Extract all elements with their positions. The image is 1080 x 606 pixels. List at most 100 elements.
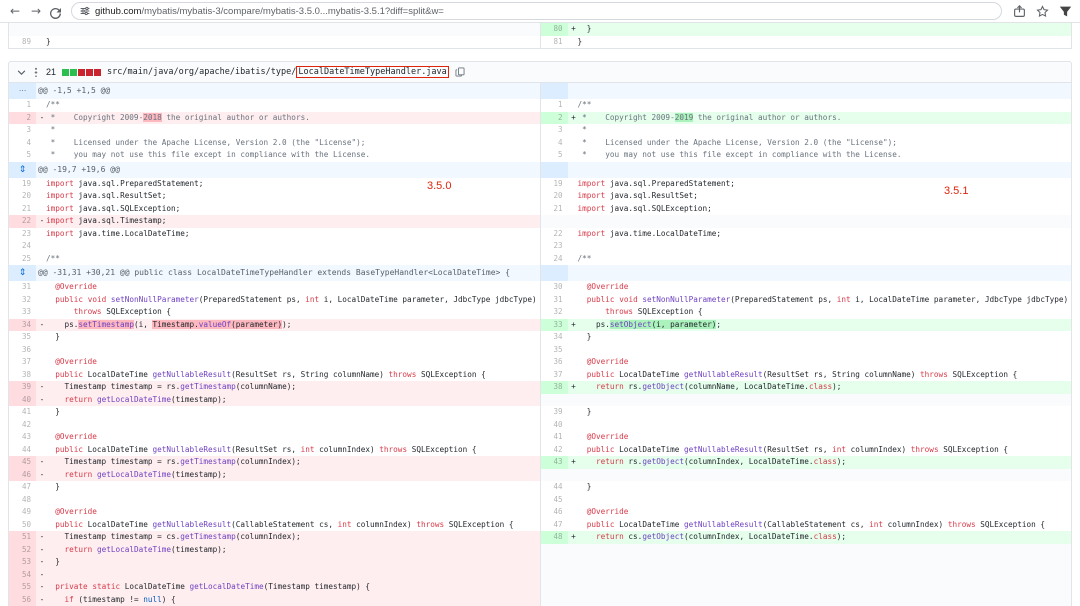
code-line: public LocalDateTime getNullableResult(C… (36, 519, 540, 532)
diff-row: 43 @Override41 @Override (9, 431, 1071, 444)
file-header[interactable]: 21 src/main/java/org/apache/ibatis/type/… (8, 61, 1072, 83)
line-number: 51 (9, 531, 36, 544)
line-number: 43 (9, 431, 36, 444)
line-number: 40 (9, 394, 36, 407)
code-segment: int (837, 295, 851, 304)
code-segment: int (305, 295, 319, 304)
bookmark-star-icon[interactable] (1036, 5, 1049, 18)
code-segment (578, 307, 606, 316)
code-segment: the original author or authors. (693, 113, 841, 122)
code-segment: return (65, 545, 93, 554)
diff-marker: - (38, 531, 46, 544)
code-line: public LocalDateTime getNullableResult(R… (36, 369, 540, 382)
code-segment: getLocalDateTime (97, 545, 171, 554)
code-segment: valueOf (199, 320, 231, 329)
code-segment: java.time.LocalDateTime; (605, 229, 721, 238)
code-segment: (timestamp != (74, 595, 143, 604)
code-segment: java.sql.ResultSet; (74, 191, 167, 200)
code-segment: (CallableStatement cs, (231, 520, 337, 529)
expand-hunk-button[interactable]: ⇕ (9, 265, 36, 281)
file-path[interactable]: src/main/java/org/apache/ibatis/type/Loc… (107, 67, 449, 77)
code-segment: throws (605, 307, 633, 316)
diff-marker: + (570, 381, 578, 394)
forward-button[interactable]: → (29, 0, 43, 22)
line-number: 34 (9, 319, 36, 332)
code-line: public void setNonNullParameter(Prepared… (36, 294, 540, 307)
code-segment (46, 370, 55, 379)
code-segment: throws (948, 520, 976, 529)
code-line: } (36, 481, 540, 494)
expand-hunk-button[interactable]: ⇕ (9, 162, 36, 178)
line-number: 43 (541, 456, 568, 469)
code-line: } (568, 331, 1072, 344)
filter-funnel-icon[interactable] (1059, 5, 1072, 18)
line-number: 23 (9, 228, 36, 241)
code-line: + return cs.getObject(columnIndex, Local… (568, 531, 1072, 544)
code-line: + } (568, 23, 1072, 36)
code-segment: 2019 (675, 113, 694, 122)
code-segment: SQLException { (948, 370, 1017, 379)
code-segment: public (587, 295, 615, 304)
code-segment: @Override (46, 507, 97, 516)
copy-path-icon[interactable] (455, 67, 465, 77)
annotation-filename-box: LocalDateTimeTypeHandler.java (296, 66, 448, 78)
line-number: 35 (541, 344, 568, 357)
code-line: @Override (568, 356, 1072, 369)
code-segment: getNullableResult (152, 520, 231, 529)
code-segment: getObject (642, 382, 684, 391)
diff-marker (570, 356, 578, 369)
diff-marker (38, 431, 46, 444)
line-number: 21 (541, 203, 568, 216)
code-segment: Timestamp. (152, 320, 198, 329)
code-line: - return getLocalDateTime(timestamp); (36, 394, 540, 407)
code-segment: return (596, 382, 624, 391)
collapse-file-chevron-icon[interactable] (17, 68, 26, 77)
code-segment: @Override (46, 432, 97, 441)
code-segment: getTimestamp (180, 532, 236, 541)
hunk-header-right (568, 83, 1072, 99)
line-number: 55 (9, 581, 36, 594)
address-bar[interactable]: github.com/mybatis/mybatis-3/compare/myb… (71, 2, 1002, 20)
code-segment: java.sql.ResultSet; (605, 191, 698, 200)
back-button[interactable]: ← (8, 0, 22, 22)
reload-button[interactable] (50, 3, 64, 19)
code-segment: ); (837, 532, 846, 541)
share-icon[interactable] (1013, 5, 1026, 18)
code-line: } (36, 331, 540, 344)
code-segment: public (55, 370, 83, 379)
diff-row: 22-import java.sql.Timestamp; (9, 215, 1071, 228)
code-segment (46, 295, 55, 304)
diff-marker (38, 419, 46, 432)
code-line: import java.sql.SQLException; (568, 203, 1072, 216)
code-segment: (PreparedStatement ps, (730, 295, 836, 304)
diff-marker (570, 190, 578, 203)
diff-marker (570, 331, 578, 344)
diff-marker (570, 240, 578, 253)
diff-stat-block (78, 69, 85, 76)
diff-row: 44 public LocalDateTime getNullableResul… (9, 444, 1071, 457)
code-segment: (CallableStatement cs, (763, 520, 869, 529)
line-number: 19 (9, 178, 36, 191)
line-number: 33 (9, 306, 36, 319)
diff-row: 32 public void setNonNullParameter(Prepa… (9, 294, 1071, 307)
code-segment: columnIndex) (846, 445, 911, 454)
diff-stat-block (70, 69, 77, 76)
code-line (568, 240, 1072, 253)
code-segment: } (46, 332, 60, 341)
site-settings-icon[interactable] (80, 6, 90, 16)
code-line: - return getLocalDateTime(timestamp); (36, 469, 540, 482)
code-line (568, 569, 1072, 582)
code-line: } (568, 406, 1072, 419)
diff-row: 42 40 (9, 419, 1071, 432)
hunk-gutter-right (541, 83, 568, 99)
code-segment: class (814, 532, 837, 541)
line-number: 36 (541, 356, 568, 369)
line-number: 41 (541, 431, 568, 444)
diff-row: 34- ps.setTimestamp(i, Timestamp.valueOf… (9, 319, 1071, 332)
code-segment: (ResultSet rs, (231, 445, 300, 454)
line-number: 48 (541, 531, 568, 544)
diff-table: ⋯@@ -1,5 +1,5 @@1 /**1 /**2- * Copyright… (8, 83, 1072, 606)
code-line: import java.time.LocalDateTime; (36, 228, 540, 241)
diff-row: 31 @Override30 @Override (9, 281, 1071, 294)
diff-marker (38, 444, 46, 457)
